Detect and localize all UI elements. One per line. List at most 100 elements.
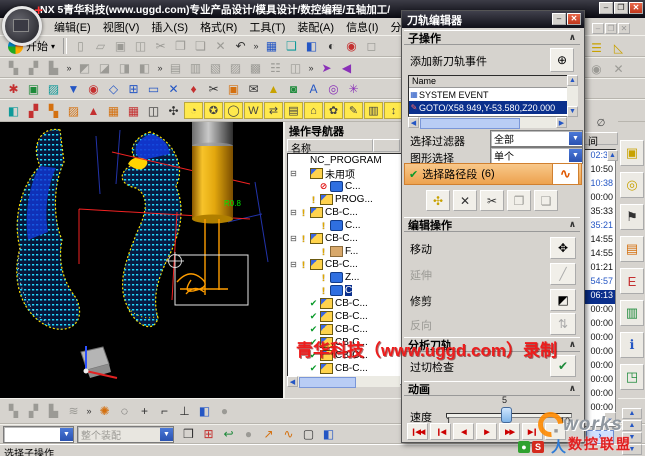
work-layer-icon[interactable]: ▣	[24, 80, 43, 97]
collapse-icon[interactable]: ∧	[569, 383, 576, 394]
scroll-down-button[interactable]: ▼	[622, 432, 642, 443]
minimize-button[interactable]: –	[599, 2, 613, 14]
menu-item[interactable]: 装配(A)	[291, 18, 340, 36]
tree-expand-icon[interactable]: ⊟	[290, 260, 299, 269]
toolpath-time-cell[interactable]: 00:00	[585, 360, 615, 374]
toolpath-time-cell[interactable]: 00:00	[585, 332, 615, 346]
dialog-title-bar[interactable]: 刀轨编辑器 – ✕	[402, 11, 584, 28]
selection-pointer-icon[interactable]: ➤	[317, 59, 336, 76]
solid-block-icon[interactable]: ◧	[4, 102, 23, 119]
scrollbar-thumb[interactable]	[420, 118, 520, 129]
navigator-tree-row[interactable]: ✔ CB-C...	[288, 336, 401, 349]
wheel-icon[interactable]: ✿	[324, 102, 343, 119]
tree-expand-icon[interactable]: ⊟	[290, 208, 299, 217]
tray-sogou-icon[interactable]: S	[532, 441, 544, 453]
pushpin-icon[interactable]: ▼	[64, 80, 83, 97]
toolpath-time-cell[interactable]: 00:00	[585, 318, 615, 332]
section-analyze-toolpath[interactable]: 分析刀轨 ∧	[404, 337, 580, 352]
roles-icon[interactable]: ▥	[620, 300, 644, 326]
move-button[interactable]: ✥	[550, 237, 576, 259]
shield-icon[interactable]: ◙	[284, 80, 303, 97]
graphic-selection-combo[interactable]: 单个▼	[490, 147, 583, 164]
stop-button[interactable]: ■	[545, 423, 566, 440]
display-mode-icon[interactable]: ◉	[342, 38, 361, 55]
event-list-hscrollbar[interactable]: ◀ ▶	[408, 117, 567, 128]
fit-view-icon[interactable]: ▦	[262, 38, 281, 55]
rotate-component-icon[interactable]: ◪	[95, 59, 114, 76]
navigator-tree-row[interactable]: ! PROG...	[288, 193, 401, 206]
event-list-row[interactable]: ✎ GOTO/X58.949,Y-53.580,Z20.000	[409, 101, 568, 114]
scroll-up-button[interactable]: ▲	[622, 408, 642, 419]
paste-segment-icon[interactable]: ❏	[534, 190, 558, 211]
wave-linker-icon[interactable]: ▤	[166, 59, 185, 76]
notebook-icon[interactable]: ❒	[179, 426, 198, 443]
shop-doc-icon[interactable]: ▥	[364, 102, 383, 119]
add-toolpath-event-button[interactable]: ⊕	[550, 48, 574, 72]
navigator-tree-row[interactable]: ⊟ ! CB-C...	[288, 258, 401, 271]
toolpath-time-cell[interactable]: 14:55	[585, 248, 615, 262]
swap-axes-icon[interactable]: ⇄	[264, 102, 283, 119]
ball-icon[interactable]: ●	[239, 426, 258, 443]
delete-icon[interactable]: ✕	[211, 38, 230, 55]
dialog-close-button[interactable]: ✕	[567, 13, 581, 25]
trim-button[interactable]: ◩	[550, 289, 576, 311]
internet-browser-icon[interactable]: ℹ	[620, 332, 644, 358]
navigator-tree-row[interactable]: ! C...	[288, 219, 401, 232]
step-backward-button[interactable]: ❙◀	[430, 423, 451, 440]
time-dropdown-icon[interactable]: ⌄	[604, 412, 616, 423]
tray-green-icon[interactable]: ●	[518, 441, 530, 453]
power-icon[interactable]: ◯	[224, 102, 243, 119]
save-icon[interactable]: ▣	[111, 38, 130, 55]
event-list-header[interactable]: Name	[409, 76, 568, 88]
selection-box-icon[interactable]: ⊞	[199, 426, 218, 443]
path-segment-button[interactable]: ∿	[552, 163, 579, 185]
selection-scope-combo[interactable]: 整个装配▼	[77, 426, 174, 443]
menu-item[interactable]: 工具(T)	[243, 18, 291, 36]
part-tree-icon[interactable]: ♦	[184, 80, 203, 97]
copy-icon[interactable]: ❐	[171, 38, 190, 55]
navigator-tree-row[interactable]: ⊟ ! CB-C...	[288, 232, 401, 245]
navigator-tree-row[interactable]: ✔ CB-C...	[288, 297, 401, 310]
mdi-minimize-button[interactable]: –	[592, 23, 604, 34]
extend-button[interactable]: ╱	[550, 263, 576, 285]
overcut-check-button[interactable]: ✔	[550, 355, 576, 377]
point-snap-icon[interactable]: ▚	[4, 59, 23, 76]
sphere-icon[interactable]: ◇	[104, 80, 123, 97]
collapse-icon[interactable]: ∧	[569, 219, 576, 230]
mesh-part-icon[interactable]: ▨	[64, 102, 83, 119]
overflow-chevron[interactable]: »	[64, 59, 74, 76]
stretch-tool-icon[interactable]: ✣	[426, 190, 450, 211]
navigator-tree-row[interactable]: ⊟ ! CB-C...	[288, 206, 401, 219]
navigator-tree-row[interactable]: ✔ CB-C...	[288, 362, 401, 375]
scroll-right-icon[interactable]: ▶	[556, 117, 567, 128]
close-small-icon[interactable]: ✕	[609, 60, 628, 77]
shaded-display-icon[interactable]: ◐	[322, 38, 341, 55]
sphere-gray-icon[interactable]: ●	[215, 403, 234, 420]
assembly-navigator-icon[interactable]: ▣	[620, 140, 644, 166]
feature-snap-icon[interactable]: ▚	[4, 403, 23, 420]
rectangle-select-icon[interactable]: ▢	[299, 426, 318, 443]
tool-holder-icon[interactable]: ✣	[164, 102, 183, 119]
mail-icon[interactable]: ✉	[244, 80, 263, 97]
toolpath-time-cell[interactable]: 01:21	[585, 262, 615, 276]
new-file-icon[interactable]: ▯	[71, 38, 90, 55]
section-sub-operation[interactable]: 子操作 ∧	[404, 30, 580, 45]
selection-type-combo[interactable]: ▼	[3, 426, 74, 443]
speed-slider-thumb[interactable]	[501, 407, 512, 423]
bounding-box-icon[interactable]: ▣	[224, 80, 243, 97]
section-edit-operations[interactable]: 编辑操作 ∧	[404, 217, 580, 232]
navigator-tree-row[interactable]: ! F...	[288, 245, 401, 258]
move-component-icon[interactable]: ◩	[75, 59, 94, 76]
post-tool-icon[interactable]: ✎	[344, 102, 363, 119]
toolpath-time-cell[interactable]: 00:00	[585, 304, 615, 318]
stacked-blocks-icon[interactable]: ▚	[44, 102, 63, 119]
plus-icon[interactable]: +	[135, 403, 154, 420]
ring-icon[interactable]: ◌	[115, 403, 134, 420]
navigator-tree-row[interactable]: ✔ CB-C...	[288, 310, 401, 323]
menu-item[interactable]: 视图(V)	[97, 18, 146, 36]
navigator-tree-row[interactable]: ✔ CB-C...	[288, 349, 401, 362]
scroll-up-icon[interactable]: ▲	[567, 75, 578, 86]
dropdown-arrow-icon[interactable]: ▼	[569, 149, 582, 162]
cut-icon[interactable]: ✂	[151, 38, 170, 55]
scroll-left-icon[interactable]: ◀	[408, 117, 419, 128]
